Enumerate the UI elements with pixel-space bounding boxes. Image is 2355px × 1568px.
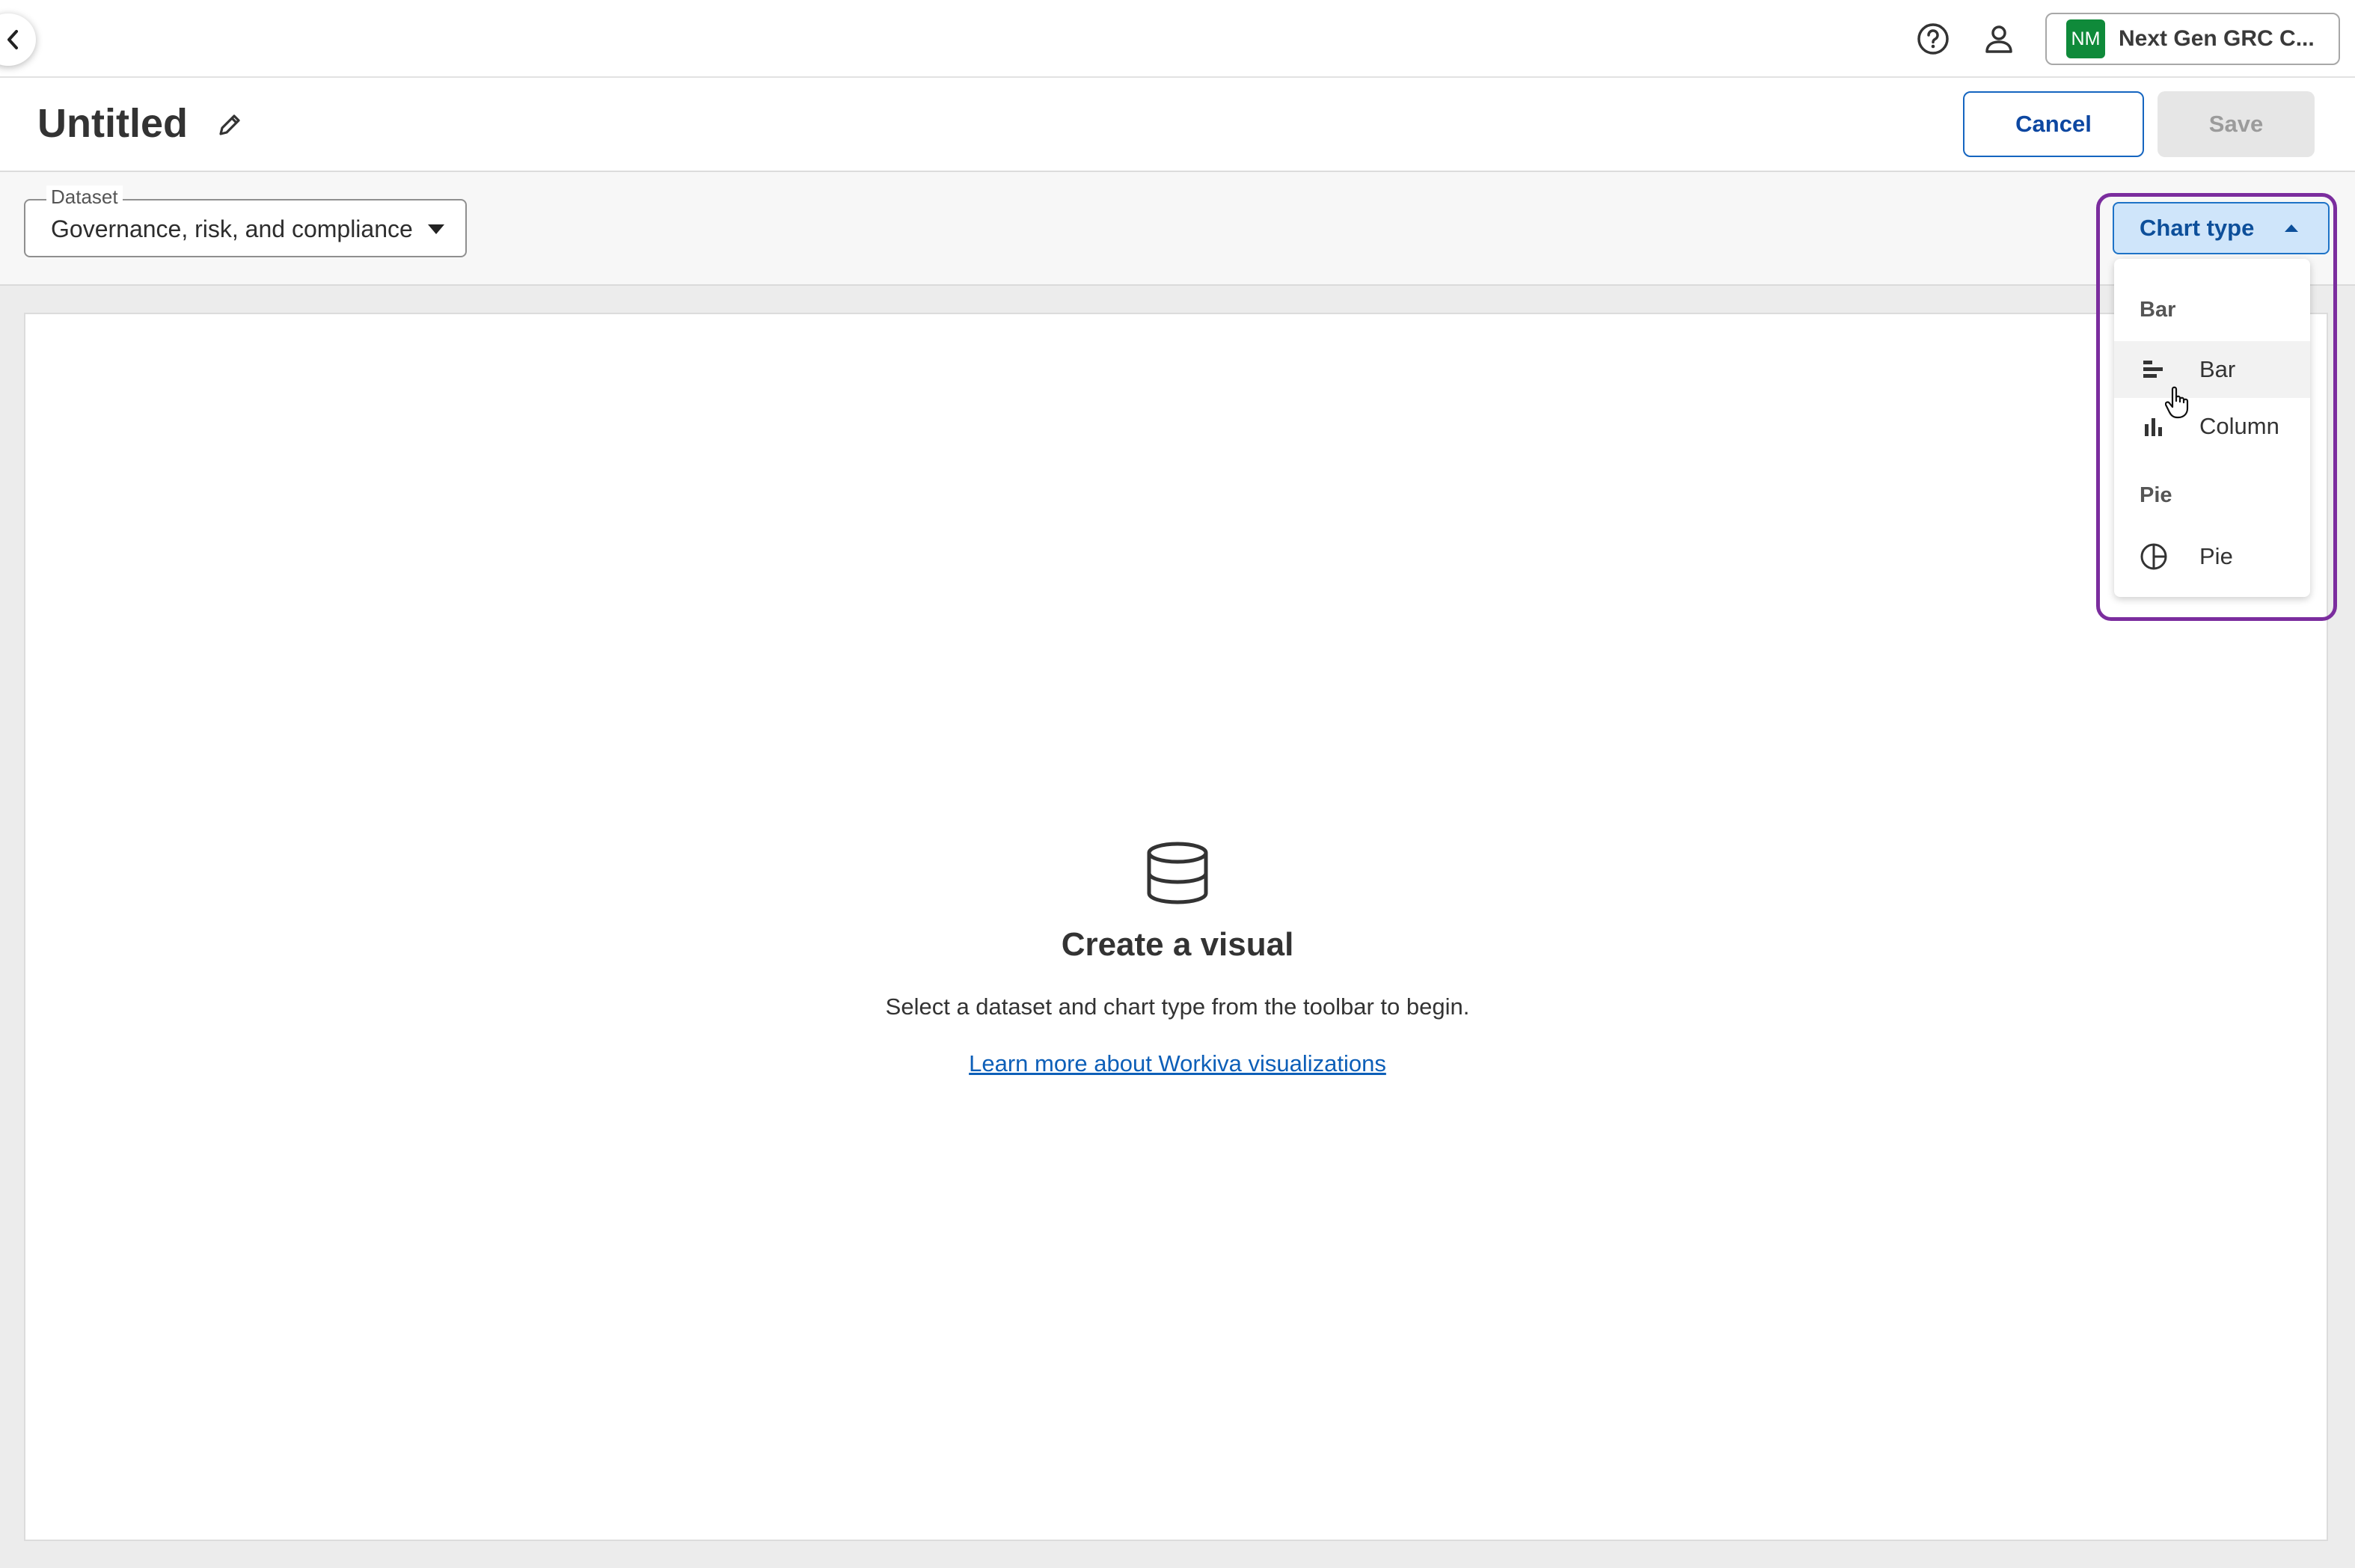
empty-state-title: Create a visual bbox=[1061, 926, 1294, 963]
page-title: Untitled bbox=[37, 101, 188, 146]
column-chart-icon bbox=[2145, 418, 2162, 436]
edit-title-button[interactable] bbox=[211, 106, 248, 144]
pie-chart-icon bbox=[2140, 543, 2167, 570]
org-name: Next Gen GRC C... bbox=[2119, 26, 2315, 51]
pencil-icon bbox=[219, 114, 240, 135]
back-button[interactable] bbox=[0, 13, 36, 66]
dataset-label: Dataset bbox=[46, 186, 123, 209]
caret-down-icon bbox=[428, 224, 444, 234]
menu-group-heading-pie: Pie bbox=[2140, 483, 2172, 507]
bar-chart-icon bbox=[2143, 361, 2163, 378]
chart-type-button[interactable]: Chart type bbox=[2113, 202, 2330, 254]
menu-item-label: Pie bbox=[2199, 543, 2233, 569]
top-bar: NM Next Gen GRC C... bbox=[0, 0, 2355, 78]
dataset-value: Governance, risk, and compliance bbox=[51, 215, 413, 242]
chevron-left-icon bbox=[7, 30, 18, 49]
empty-state-subtitle: Select a dataset and chart type from the… bbox=[885, 993, 1470, 1020]
save-button: Save bbox=[2158, 91, 2315, 157]
toolbar: Dataset Governance, risk, and compliance bbox=[0, 172, 2355, 286]
chart-type-label: Chart type bbox=[2140, 215, 2255, 241]
help-circle-icon bbox=[1917, 23, 1949, 55]
menu-item-label: Column bbox=[2199, 413, 2279, 439]
cancel-button[interactable]: Cancel bbox=[1963, 91, 2144, 157]
menu-item-label: Bar bbox=[2199, 356, 2236, 382]
menu-item-pie[interactable]: Pie bbox=[2114, 528, 2310, 585]
menu-group-heading-bar: Bar bbox=[2140, 298, 2176, 322]
org-switcher-button[interactable]: NM Next Gen GRC C... bbox=[2045, 13, 2340, 65]
menu-item-column[interactable]: Column bbox=[2114, 398, 2310, 455]
chart-type-menu: Bar Bar Column Pie Pie bbox=[2114, 259, 2310, 597]
user-icon bbox=[1985, 25, 2012, 53]
title-bar: Untitled Cancel Save bbox=[0, 78, 2355, 172]
learn-more-link[interactable]: Learn more about Workiva visualizations bbox=[969, 1050, 1386, 1077]
dataset-select[interactable]: Dataset Governance, risk, and compliance bbox=[24, 186, 467, 257]
empty-state: Create a visual Select a dataset and cha… bbox=[841, 841, 1514, 1077]
database-icon bbox=[1147, 842, 1208, 904]
org-avatar: NM bbox=[2066, 19, 2105, 58]
help-button[interactable] bbox=[1912, 18, 1954, 60]
caret-up-icon bbox=[2285, 224, 2298, 232]
user-button[interactable] bbox=[1978, 18, 2020, 60]
menu-item-bar[interactable]: Bar bbox=[2114, 341, 2310, 398]
